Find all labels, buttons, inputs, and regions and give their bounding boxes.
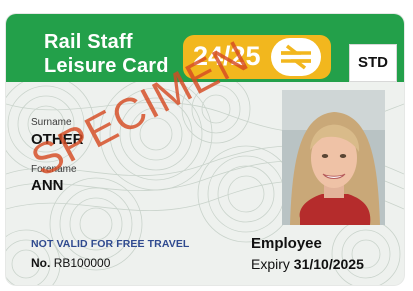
rail-logo-badge — [271, 38, 321, 76]
card-number-value: RB100000 — [53, 256, 111, 270]
category-label: STD — [358, 54, 388, 71]
holder-photo — [282, 90, 385, 225]
card-title-line-1: Rail Staff — [44, 31, 133, 53]
category-box: STD — [349, 44, 397, 82]
card-number: No. RB100000 — [31, 256, 110, 271]
holder-role: Employee — [251, 235, 322, 252]
card-number-prefix: No. — [31, 256, 51, 270]
expiry-line: Expiry 31/10/2025 — [251, 255, 364, 273]
holder-photo-image — [282, 90, 385, 225]
expiry-date: 31/10/2025 — [293, 256, 364, 272]
card-title: Rail Staff Leisure Card — [44, 30, 169, 78]
expiry-label: Expiry — [251, 256, 290, 272]
rail-staff-leisure-card: Rail Staff Leisure Card 24/25 STD Surnam… — [6, 14, 404, 285]
national-rail-double-arrow-icon — [281, 44, 311, 70]
not-valid-notice: NOT VALID FOR FREE TRAVEL — [31, 238, 190, 250]
